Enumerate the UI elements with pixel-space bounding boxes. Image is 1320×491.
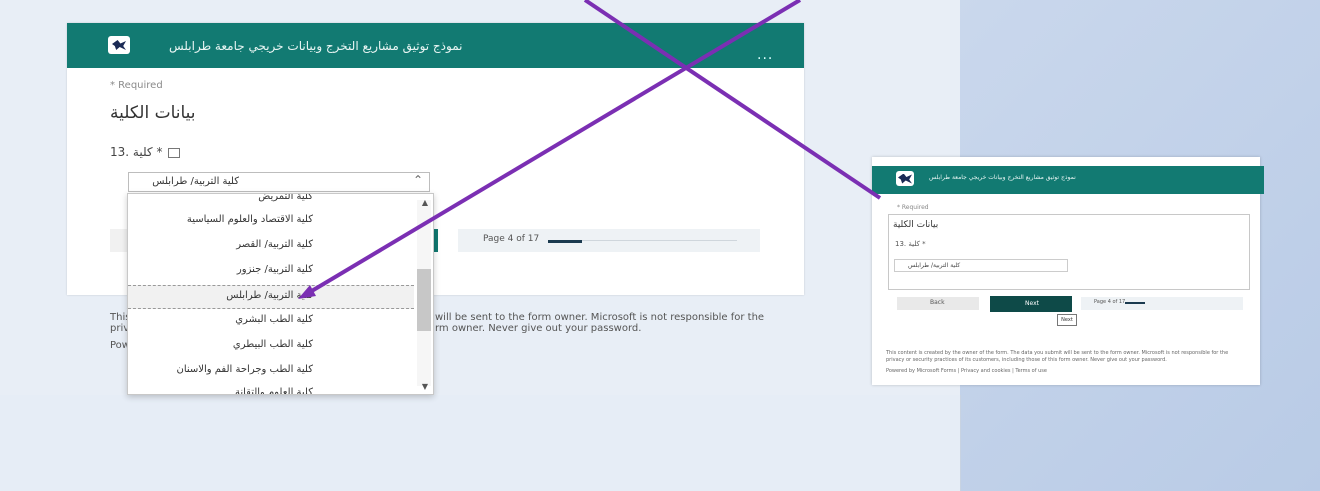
option-education-janzour[interactable]: كلية التربية/ جنزور xyxy=(237,264,313,275)
option-education-qasr[interactable]: كلية التربية/ القصر xyxy=(236,239,313,250)
small-required-note: * Required xyxy=(897,204,929,211)
option-economics[interactable]: كلية الاقتصاد والعلوم السياسية xyxy=(187,214,313,225)
scroll-down-icon[interactable]: ▼ xyxy=(422,382,428,391)
required-note: * Required xyxy=(110,80,163,91)
faculty-dropdown-list: كلية التمريض كلية الاقتصاد والعلوم السيا… xyxy=(127,193,434,395)
small-form-header: نموذج توثيق مشاريع التخرج وبيانات خريجي … xyxy=(872,166,1264,194)
small-progress-bar-fill xyxy=(1125,302,1145,304)
small-question-box xyxy=(888,214,1250,290)
small-select-value: كلية التربية/ طرابلس xyxy=(908,262,961,269)
option-medicine[interactable]: كلية الطب البشري xyxy=(235,314,313,325)
faculty-select[interactable]: كلية التربية/ طرابلس ⌃ xyxy=(128,172,430,192)
immersive-reader-icon[interactable] xyxy=(168,147,181,158)
form-header: نموذج توثيق مشاريع التخرج وبيانات خريجي … xyxy=(67,23,804,68)
section-title: بيانات الكلية xyxy=(110,103,196,123)
small-section-title: بيانات الكلية xyxy=(893,220,939,230)
small-footer-line-3: Powered by Microsoft Forms | Privacy and… xyxy=(886,368,1047,374)
option-nursing[interactable]: كلية التمريض xyxy=(258,194,313,202)
option-science[interactable]: كلية العلوم والتقانة xyxy=(235,387,313,394)
small-back-label: Back xyxy=(930,299,945,306)
progress-label: Page 4 of 17 xyxy=(483,234,540,244)
footer-line-2-right: rm owner. Never give out your password. xyxy=(435,323,642,334)
footer-line-1-right: will be sent to the form owner. Microsof… xyxy=(435,312,765,323)
option-dentistry[interactable]: كلية الطب وجراحة الفم والاسنان xyxy=(177,364,314,375)
chevron-up-icon: ⌃ xyxy=(412,173,423,187)
small-footer-line-1: This content is created by the owner of … xyxy=(886,350,1229,356)
small-form-title: نموذج توثيق مشاريع التخرج وبيانات خريجي … xyxy=(929,174,1076,181)
question-label: 13. كلية * xyxy=(110,145,181,159)
question-text: 13. كلية * xyxy=(110,145,163,159)
small-university-logo-icon xyxy=(896,171,914,186)
background-bottom-panel xyxy=(0,395,961,491)
scrollbar-thumb[interactable] xyxy=(417,269,431,331)
small-question-label: 13. كلية * xyxy=(895,240,926,248)
select-value: كلية التربية/ طرابلس xyxy=(152,176,239,187)
option-education-tripoli[interactable]: كلية التربية/ طرابلس xyxy=(226,290,313,301)
scroll-up-icon[interactable]: ▲ xyxy=(422,198,428,207)
progress-bar-track xyxy=(582,240,737,241)
form-title: نموذج توثيق مشاريع التخرج وبيانات خريجي … xyxy=(169,39,463,53)
small-progress-label: Page 4 of 17 xyxy=(1094,299,1126,305)
more-options-icon[interactable]: ... xyxy=(757,47,773,63)
next-tooltip: Next xyxy=(1057,314,1077,326)
small-next-label: Next xyxy=(1025,300,1039,307)
progress-bar-fill xyxy=(548,240,582,243)
university-logo-icon xyxy=(108,36,130,54)
option-veterinary[interactable]: كلية الطب البيطري xyxy=(233,339,313,350)
small-footer-line-2: privacy or security practices of its cus… xyxy=(886,357,1167,363)
